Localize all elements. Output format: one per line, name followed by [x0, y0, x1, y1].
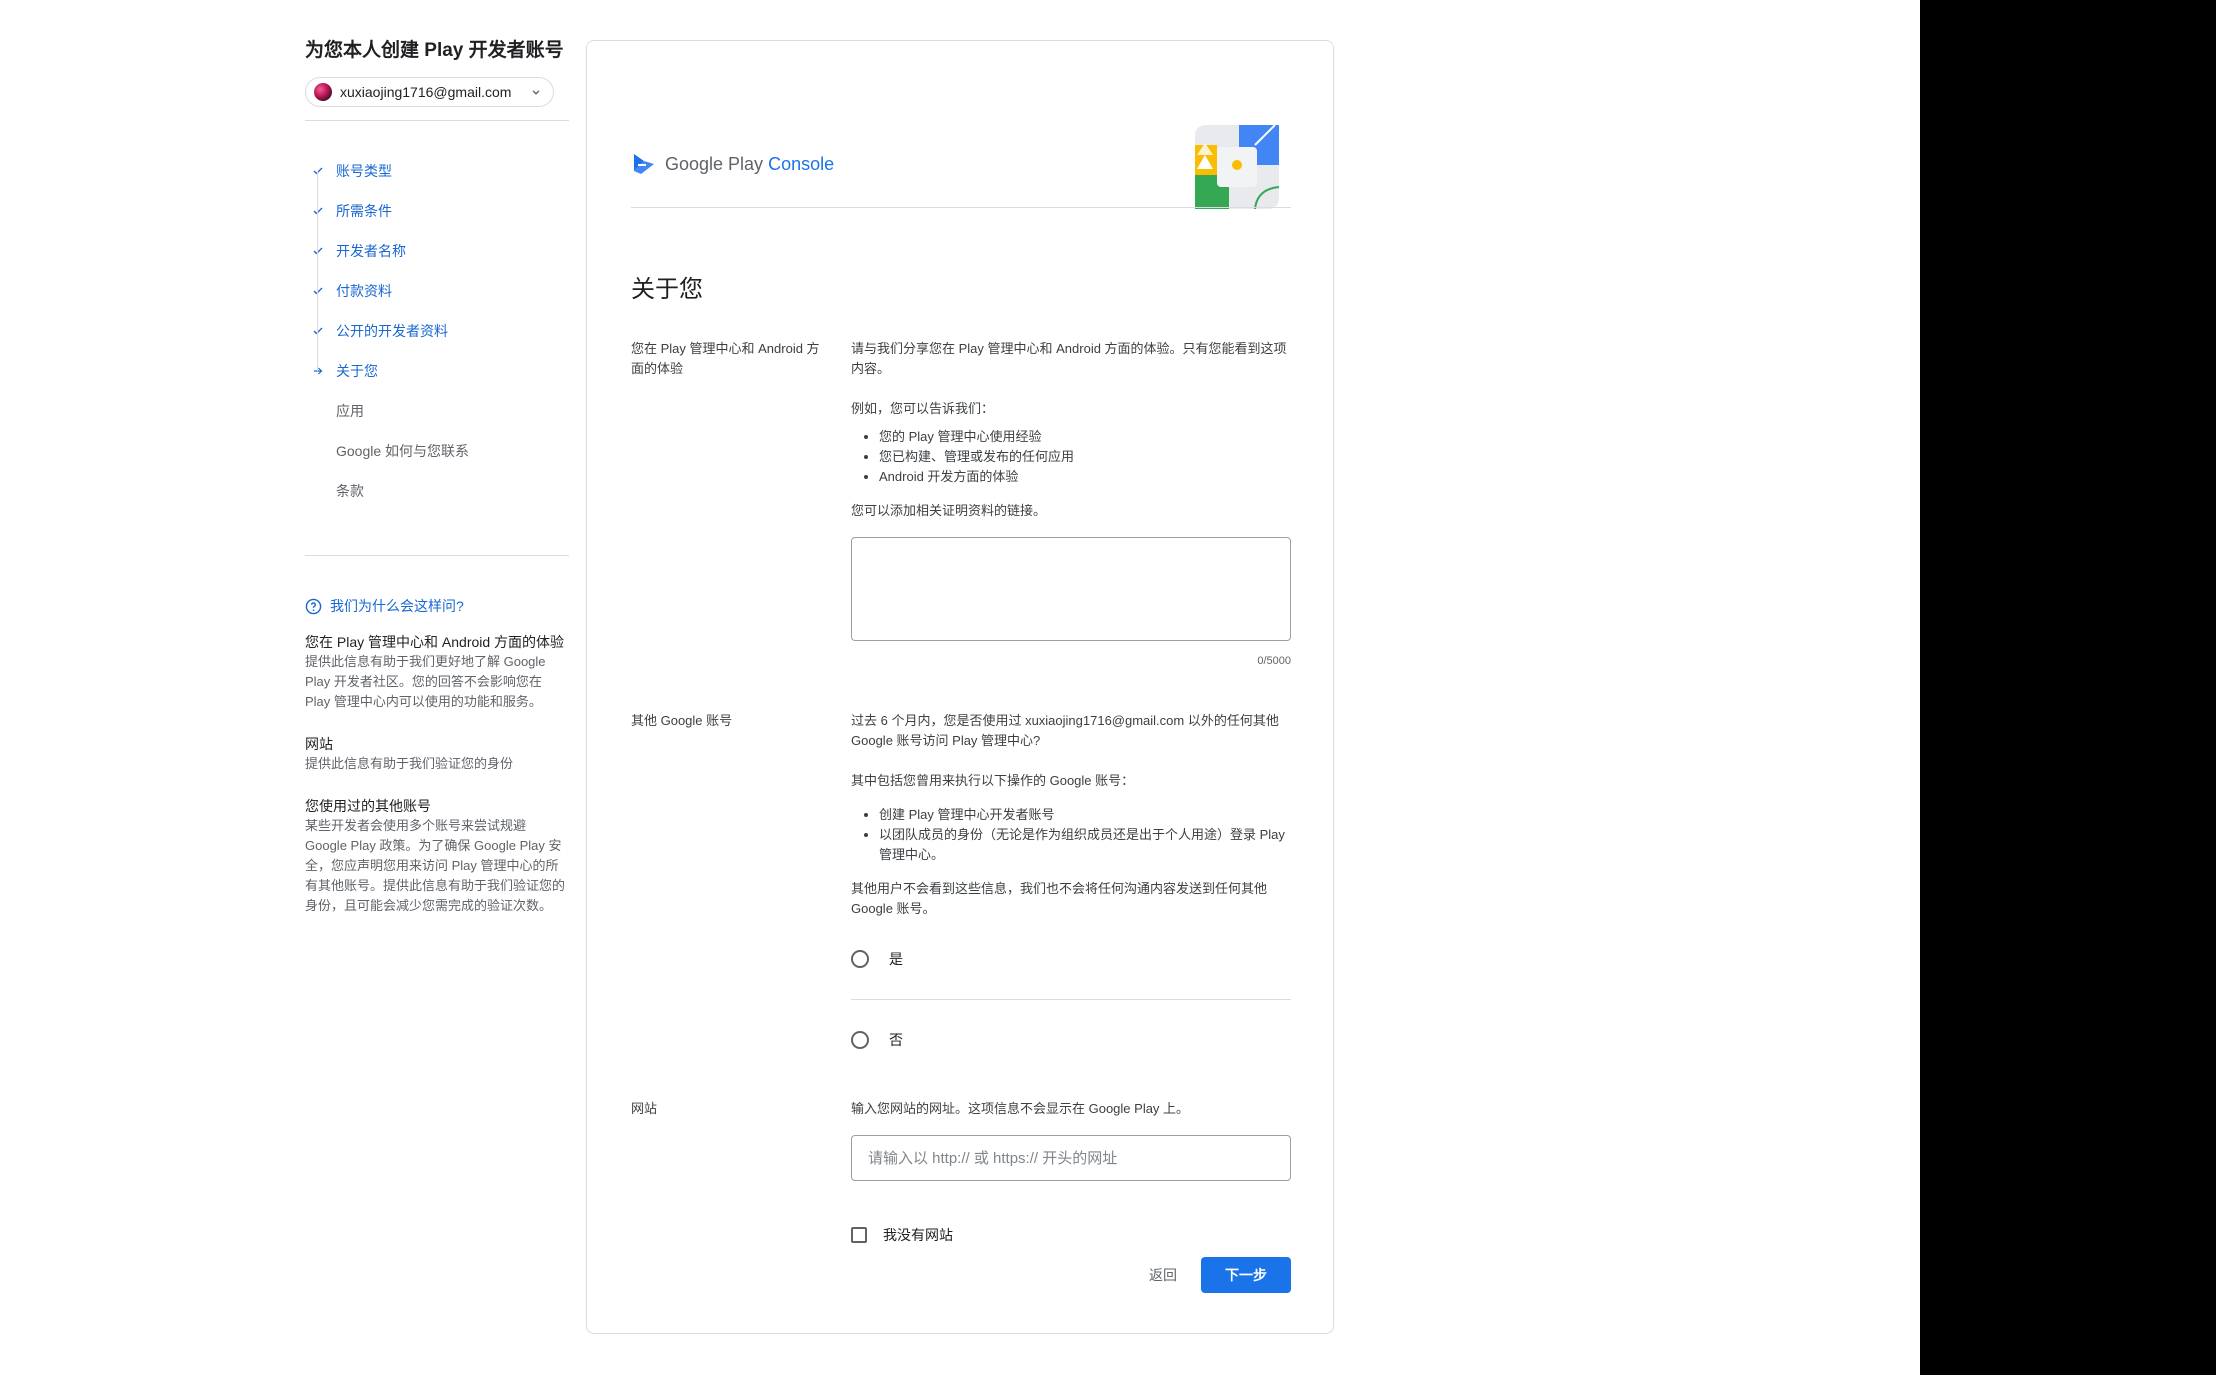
form-actions: 返回 下一步 [1135, 1257, 1291, 1293]
avatar [314, 83, 332, 101]
step-connector [317, 171, 318, 371]
card-header: Google Play Console [631, 111, 1291, 211]
brand-console: Console [768, 153, 835, 174]
step-label: Google 如何与您联系 [336, 443, 470, 459]
step-terms: 条款 [305, 471, 570, 511]
list-item: Android 开发方面的体验 [879, 467, 1291, 487]
step-apps: 应用 [305, 391, 570, 431]
radio-circle[interactable] [851, 1031, 869, 1049]
step-label: 公开的开发者资料 [336, 323, 448, 339]
step-developer-name[interactable]: 开发者名称 [305, 231, 570, 271]
check-icon [313, 207, 323, 215]
list-item: 创建 Play 管理中心开发者账号 [879, 805, 1291, 825]
step-label: 所需条件 [336, 203, 392, 219]
back-button[interactable]: 返回 [1135, 1257, 1191, 1293]
sidebar: 为您本人创建 Play 开发者账号 xuxiaojing1716@gmail.c… [305, 36, 570, 938]
step-label: 付款资料 [336, 283, 392, 299]
radio-yes[interactable]: 是 [851, 939, 1291, 979]
why-we-ask-label: 我们为什么会这样问? [330, 598, 464, 614]
card-divider [631, 207, 1291, 208]
account-email: xuxiaojing1716@gmail.com [340, 84, 512, 100]
experience-links-note: 您可以添加相关证明资料的链接。 [851, 503, 1047, 518]
page-title: 为您本人创建 Play 开发者账号 [305, 40, 564, 61]
step-about-you[interactable]: 关于您 [305, 351, 570, 391]
experience-example-lead: 例如，您可以告诉我们： [851, 401, 995, 416]
other-accounts-privacy-note: 其他用户不会看到这些信息，我们也不会将任何沟通内容发送到任何其他 Google … [851, 881, 1268, 916]
check-icon [313, 327, 323, 335]
list-item: 以团队成员的身份（无论是作为组织成员还是出于个人用途）登录 Play 管理中心。 [879, 825, 1291, 865]
other-accounts-label: 其他 Google 账号 [631, 713, 733, 728]
help-title-experience: 您在 Play 管理中心和 Android 方面的体验 [305, 634, 565, 650]
play-console-illustration-icon [1195, 125, 1279, 209]
other-accounts-includes-lead: 其中包括您曾用来执行以下操作的 Google 账号： [851, 773, 1135, 788]
step-label: 账号类型 [336, 163, 392, 179]
help-text-experience: 提供此信息有助于我们更好地了解 Google Play 开发者社区。您的回答不会… [305, 654, 546, 709]
why-we-ask-link[interactable]: 我们为什么会这样问? [305, 596, 570, 616]
screen-edge-black-area [1920, 0, 2216, 1375]
chevron-down-icon [532, 90, 540, 95]
sidebar-divider [305, 120, 569, 121]
step-label: 关于您 [336, 363, 378, 379]
experience-label: 您在 Play 管理中心和 Android 方面的体验 [631, 341, 820, 376]
no-website-checkbox[interactable] [851, 1227, 867, 1243]
website-label: 网站 [631, 1101, 658, 1116]
sidebar-divider [305, 555, 569, 556]
help-title-website: 网站 [305, 736, 333, 752]
step-account-type[interactable]: 账号类型 [305, 151, 570, 191]
step-payment-profile[interactable]: 付款资料 [305, 271, 570, 311]
step-contact: Google 如何与您联系 [305, 431, 570, 471]
brand-google-play: Google Play [665, 153, 764, 174]
other-accounts-question: 过去 6 个月内，您是否使用过 xuxiaojing1716@gmail.com… [851, 713, 1279, 748]
radio-yes-label: 是 [889, 951, 903, 967]
step-list: 账号类型 所需条件 开发者名称 付款资料 公开的开发者资料 关于您 应用 Goo… [305, 151, 570, 511]
step-label: 应用 [336, 403, 364, 419]
help-circle-icon [305, 598, 322, 614]
radio-circle[interactable] [851, 950, 869, 968]
no-website-checkbox-row[interactable]: 我没有网站 [851, 1225, 1291, 1245]
website-intro: 输入您网站的网址。这项信息不会显示在 Google Play 上。 [851, 1101, 1190, 1116]
step-requirements[interactable]: 所需条件 [305, 191, 570, 231]
list-item: 您的 Play 管理中心使用经验 [879, 427, 1291, 447]
list-item: 您已构建、管理或发布的任何应用 [879, 447, 1291, 467]
check-icon [313, 167, 323, 175]
section-title: 关于您 [631, 276, 703, 303]
help-panel: 我们为什么会这样问? 您在 Play 管理中心和 Android 方面的体验 提… [305, 596, 570, 916]
help-text-other-accounts: 某些开发者会使用多个账号来尝试规避 Google Play 政策。为了确保 Go… [305, 818, 566, 913]
arrow-right-icon [314, 367, 323, 375]
step-public-profile[interactable]: 公开的开发者资料 [305, 311, 570, 351]
website-url-input[interactable] [851, 1135, 1291, 1181]
radio-divider [851, 999, 1291, 1000]
step-label: 开发者名称 [336, 243, 406, 259]
experience-bullets: 您的 Play 管理中心使用经验 您已构建、管理或发布的任何应用 Android… [851, 427, 1291, 487]
radio-no[interactable]: 否 [851, 1020, 1291, 1060]
form-card: Google Play Console 关于您 您在 Play 管理中心和 An… [586, 40, 1334, 1334]
help-text-website: 提供此信息有助于我们验证您的身份 [305, 756, 514, 771]
check-icon [313, 287, 323, 295]
account-switcher[interactable]: xuxiaojing1716@gmail.com [305, 77, 554, 107]
experience-textarea[interactable] [851, 537, 1291, 641]
experience-intro: 请与我们分享您在 Play 管理中心和 Android 方面的体验。只有您能看到… [851, 341, 1287, 376]
other-accounts-bullets: 创建 Play 管理中心开发者账号 以团队成员的身份（无论是作为组织成员还是出于… [851, 805, 1291, 865]
check-icon [313, 247, 323, 255]
google-play-console-logo: Google Play Console [631, 151, 834, 177]
step-label: 条款 [336, 483, 364, 499]
character-counter: 0/5000 [1257, 655, 1291, 667]
no-website-label: 我没有网站 [883, 1227, 953, 1243]
play-console-icon [634, 154, 654, 174]
radio-no-label: 否 [889, 1032, 903, 1048]
help-title-other-accounts: 您使用过的其他账号 [305, 798, 431, 814]
next-button[interactable]: 下一步 [1201, 1257, 1291, 1293]
